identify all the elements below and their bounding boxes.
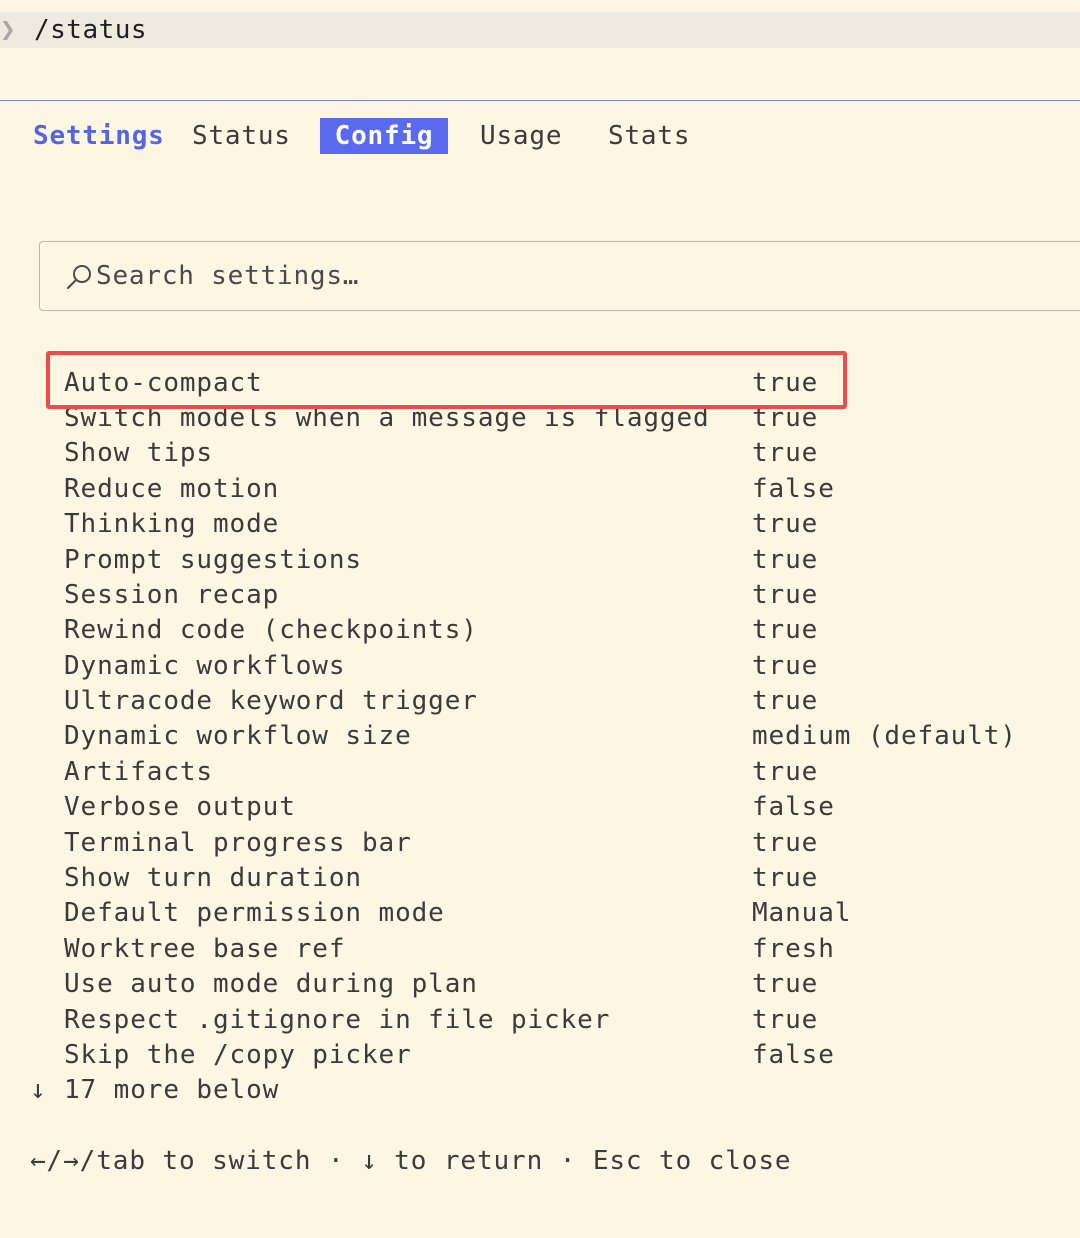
- setting-row-terminal-progress-bar[interactable]: Terminal progress bar true: [0, 826, 1080, 861]
- setting-label: Verbose output: [64, 792, 296, 822]
- search-input[interactable]: Search settings…: [39, 241, 1080, 311]
- setting-row-dynamic-workflow-size[interactable]: Dynamic workflow size medium (default): [0, 719, 1080, 754]
- setting-row-session-recap[interactable]: Session recap true: [0, 578, 1080, 613]
- tab-usage[interactable]: Usage: [480, 118, 562, 154]
- setting-row-worktree-base-ref[interactable]: Worktree base ref fresh: [0, 932, 1080, 967]
- setting-row-ultracode-trigger[interactable]: Ultracode keyword trigger true: [0, 684, 1080, 719]
- setting-value: true: [752, 686, 819, 716]
- setting-row-dynamic-workflows[interactable]: Dynamic workflows true: [0, 649, 1080, 684]
- setting-row-skip-copy-picker[interactable]: Skip the /copy picker false: [0, 1038, 1080, 1073]
- prompt-chevron-icon: ❯: [0, 15, 16, 45]
- more-below-indicator: ↓ 17 more below: [30, 1073, 279, 1108]
- setting-row-respect-gitignore[interactable]: Respect .gitignore in file picker true: [0, 1003, 1080, 1038]
- tab-stats[interactable]: Stats: [608, 118, 690, 154]
- setting-row-rewind-code[interactable]: Rewind code (checkpoints) true: [0, 613, 1080, 648]
- setting-label: Prompt suggestions: [64, 545, 362, 575]
- setting-row-artifacts[interactable]: Artifacts true: [0, 755, 1080, 790]
- setting-label: Respect .gitignore in file picker: [64, 1005, 611, 1035]
- setting-value: true: [752, 757, 819, 787]
- header-divider: [0, 100, 1080, 101]
- setting-row-reduce-motion[interactable]: Reduce motion false: [0, 472, 1080, 507]
- arrow-down-icon: ↓: [30, 1075, 47, 1105]
- setting-value: true: [752, 545, 819, 575]
- setting-value: true: [752, 969, 819, 999]
- setting-row-default-permission-mode[interactable]: Default permission mode Manual: [0, 896, 1080, 931]
- more-below-text: 17 more below: [64, 1075, 280, 1105]
- search-icon: [67, 265, 91, 289]
- setting-label: Use auto mode during plan: [64, 969, 478, 999]
- setting-label: Session recap: [64, 580, 280, 610]
- tab-config[interactable]: Config: [320, 118, 448, 154]
- setting-value: true: [752, 863, 819, 893]
- setting-row-verbose-output[interactable]: Verbose output false: [0, 790, 1080, 825]
- tab-status[interactable]: Status: [192, 118, 291, 154]
- setting-label: Thinking mode: [64, 509, 280, 539]
- setting-row-auto-compact[interactable]: Auto-compact true: [0, 366, 1080, 401]
- setting-value: true: [752, 1005, 819, 1035]
- command-bar: ❯ /status: [0, 12, 1080, 48]
- setting-value: true: [752, 828, 819, 858]
- setting-row-prompt-suggestions[interactable]: Prompt suggestions true: [0, 543, 1080, 578]
- setting-value: true: [752, 615, 819, 645]
- setting-value: true: [752, 651, 819, 681]
- setting-label: Dynamic workflow size: [64, 721, 412, 751]
- setting-label: Skip the /copy picker: [64, 1040, 412, 1070]
- tab-settings[interactable]: Settings: [33, 118, 165, 154]
- setting-value: false: [752, 474, 835, 504]
- setting-label: Auto-compact: [64, 368, 263, 398]
- setting-value: true: [752, 403, 819, 433]
- setting-label: Terminal progress bar: [64, 828, 412, 858]
- tab-bar: Settings Status Config Usage Stats: [0, 118, 1080, 154]
- setting-row-show-turn-duration[interactable]: Show turn duration true: [0, 861, 1080, 896]
- footer-hint: ←/→/tab to switch · ↓ to return · Esc to…: [30, 1146, 792, 1176]
- setting-label: Switch models when a message is flagged: [64, 403, 710, 433]
- setting-label: Worktree base ref: [64, 934, 346, 964]
- setting-row-auto-mode-plan[interactable]: Use auto mode during plan true: [0, 967, 1080, 1002]
- search-placeholder: Search settings…: [96, 261, 360, 291]
- setting-label: Show turn duration: [64, 863, 362, 893]
- setting-row-switch-models[interactable]: Switch models when a message is flagged …: [0, 401, 1080, 436]
- setting-label: Default permission mode: [64, 898, 445, 928]
- command-text: /status: [34, 15, 148, 45]
- setting-value: Manual: [752, 898, 852, 928]
- setting-label: Rewind code (checkpoints): [64, 615, 478, 645]
- setting-value: false: [752, 1040, 835, 1070]
- setting-label: Reduce motion: [64, 474, 280, 504]
- setting-label: Artifacts: [64, 757, 213, 787]
- setting-label: Show tips: [64, 438, 213, 468]
- setting-value: true: [752, 580, 819, 610]
- setting-value: true: [752, 368, 819, 398]
- setting-value: true: [752, 509, 819, 539]
- setting-value: false: [752, 792, 835, 822]
- setting-label: Ultracode keyword trigger: [64, 686, 478, 716]
- setting-value: fresh: [752, 934, 835, 964]
- setting-row-thinking-mode[interactable]: Thinking mode true: [0, 507, 1080, 542]
- setting-value: true: [752, 438, 819, 468]
- setting-label: Dynamic workflows: [64, 651, 346, 681]
- setting-value: medium (default): [752, 721, 1017, 751]
- setting-row-show-tips[interactable]: Show tips true: [0, 436, 1080, 471]
